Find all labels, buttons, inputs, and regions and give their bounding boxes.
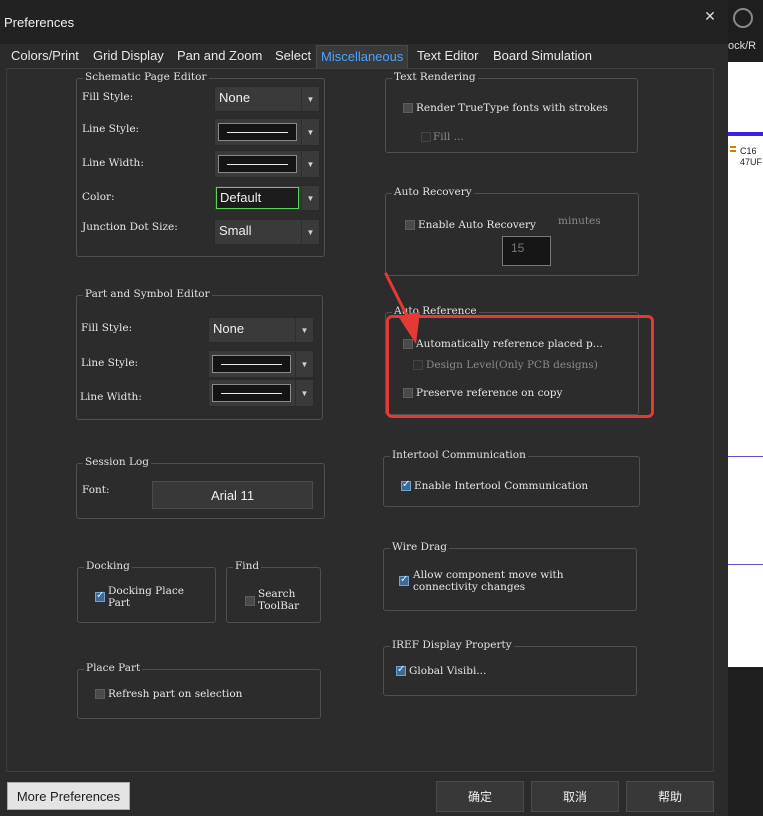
group-title: Session Log <box>83 456 151 468</box>
global-visibility-label: Global Visibi... <box>409 665 487 677</box>
schematic-color-select[interactable]: Default ▼ <box>214 185 320 211</box>
window-title: Preferences <box>4 15 75 30</box>
chevron-down-icon: ▼ <box>301 151 319 177</box>
select-value: None <box>213 321 245 336</box>
render-truetype-checkbox[interactable] <box>403 103 413 113</box>
annotation-arrow-icon <box>384 272 420 344</box>
tab-bar: Colors/Print Grid Display Pan and Zoom S… <box>0 44 728 70</box>
auto-recovery-label: Enable Auto Recovery <box>418 219 536 231</box>
chevron-down-icon: ▼ <box>301 186 319 210</box>
select-value: None <box>219 90 251 105</box>
part-line-width-select[interactable]: ▼ <box>208 379 314 407</box>
ok-button[interactable]: 确定 <box>436 781 524 812</box>
chevron-down-icon: ▼ <box>295 380 313 406</box>
gear-icon <box>733 8 753 28</box>
allow-component-move-checkbox[interactable] <box>399 574 409 586</box>
label-line: ToolBar <box>258 600 300 612</box>
docking-place-part-label: Docking Place Part <box>108 585 184 609</box>
part-fill-style-select[interactable]: None ▼ <box>208 317 314 343</box>
global-visibility-checkbox[interactable] <box>396 664 406 676</box>
title-bar <box>0 0 728 44</box>
tab-pan-and-zoom[interactable]: Pan and Zoom <box>177 48 262 63</box>
chevron-down-icon: ▼ <box>295 351 313 377</box>
line-width-preview <box>218 155 297 173</box>
session-log-font-button[interactable]: Arial 11 <box>152 481 313 509</box>
part-ref: C16 <box>740 146 757 156</box>
allow-component-move-label: Allow component move with connectivity c… <box>413 569 564 593</box>
label-line: Search <box>258 588 296 600</box>
select-value: Default <box>216 187 299 209</box>
refresh-part-label: Refresh part on selection <box>108 688 243 700</box>
group-title: Place Part <box>84 662 143 674</box>
refresh-part-checkbox[interactable] <box>95 689 105 699</box>
part-value: 47UF <box>740 157 763 167</box>
schematic-fill-style-select[interactable]: None ▼ <box>214 86 320 112</box>
line-style-preview <box>218 123 297 141</box>
canvas-wire <box>728 132 763 136</box>
search-toolbar-checkbox[interactable] <box>245 596 255 606</box>
minutes-label: minutes <box>558 215 601 227</box>
tab-colors-print[interactable]: Colors/Print <box>11 48 79 63</box>
fill-style-label: Fill Style: <box>81 322 133 334</box>
group-title: Auto Recovery <box>392 186 474 198</box>
tab-miscellaneous[interactable]: Miscellaneous <box>316 45 409 70</box>
select-value: Small <box>219 223 252 238</box>
group-title: Wire Drag <box>390 541 449 553</box>
schematic-line-width-select[interactable]: ▼ <box>214 150 320 178</box>
label-line: connectivity changes <box>413 581 526 593</box>
part-label: C16 47UF <box>740 146 762 168</box>
background-tab-label: ock/R <box>728 40 757 52</box>
label-line: Docking Place <box>108 585 184 597</box>
intertool-communication-label: Enable Intertool Communication <box>414 480 589 492</box>
tab-board-simulation[interactable]: Board Simulation <box>493 48 592 63</box>
part-line-style-select[interactable]: ▼ <box>208 350 314 378</box>
chevron-down-icon: ▼ <box>301 87 319 111</box>
line-style-label: Line Style: <box>82 123 140 135</box>
chevron-down-icon: ▼ <box>301 119 319 145</box>
label-line: Part <box>108 597 131 609</box>
intertool-communication-checkbox[interactable] <box>401 479 411 491</box>
group-title: IREF Display Property <box>390 639 514 651</box>
tab-select[interactable]: Select <box>275 48 311 63</box>
tab-grid-display[interactable]: Grid Display <box>93 48 164 63</box>
group-title: Intertool Communication <box>390 449 528 461</box>
help-button[interactable]: 帮助 <box>626 781 714 812</box>
fill-style-label: Fill Style: <box>82 91 134 103</box>
font-label: Font: <box>82 484 110 496</box>
group-title: Docking <box>84 560 132 572</box>
more-preferences-button[interactable]: More Preferences <box>7 782 130 810</box>
line-width-label: Line Width: <box>80 391 142 403</box>
line-width-label: Line Width: <box>82 157 144 169</box>
tab-text-editor[interactable]: Text Editor <box>417 48 478 63</box>
auto-recovery-checkbox[interactable] <box>405 220 415 230</box>
group-title: Find <box>233 560 262 572</box>
fill-label: Fill ... <box>433 131 464 143</box>
group-title: Text Rendering <box>392 71 478 83</box>
schematic-line-style-select[interactable]: ▼ <box>214 118 320 146</box>
line-width-preview <box>212 384 291 402</box>
canvas-line <box>728 564 763 565</box>
canvas-line <box>728 456 763 457</box>
cancel-button[interactable]: 取消 <box>531 781 619 812</box>
label-line: Allow component move with <box>413 569 564 581</box>
render-truetype-label: Render TrueType fonts with strokes <box>416 102 608 114</box>
line-style-label: Line Style: <box>81 357 139 369</box>
chevron-down-icon: ▼ <box>295 318 313 342</box>
group-title: Schematic Page Editor <box>83 71 209 83</box>
line-style-preview <box>212 355 291 373</box>
capacitor-symbol-icon <box>730 146 736 152</box>
recovery-minutes-input[interactable]: 15 <box>502 236 551 266</box>
close-icon[interactable]: ✕ <box>700 6 720 26</box>
docking-place-part-checkbox[interactable] <box>95 590 105 602</box>
junction-dot-size-select[interactable]: Small ▼ <box>214 219 320 245</box>
search-toolbar-label: Search ToolBar <box>258 588 299 612</box>
fill-checkbox[interactable] <box>421 132 431 142</box>
chevron-down-icon: ▼ <box>301 220 319 244</box>
junction-dot-size-label: Junction Dot Size: <box>82 221 178 233</box>
color-label: Color: <box>82 191 115 203</box>
group-title: Part and Symbol Editor <box>83 288 212 300</box>
